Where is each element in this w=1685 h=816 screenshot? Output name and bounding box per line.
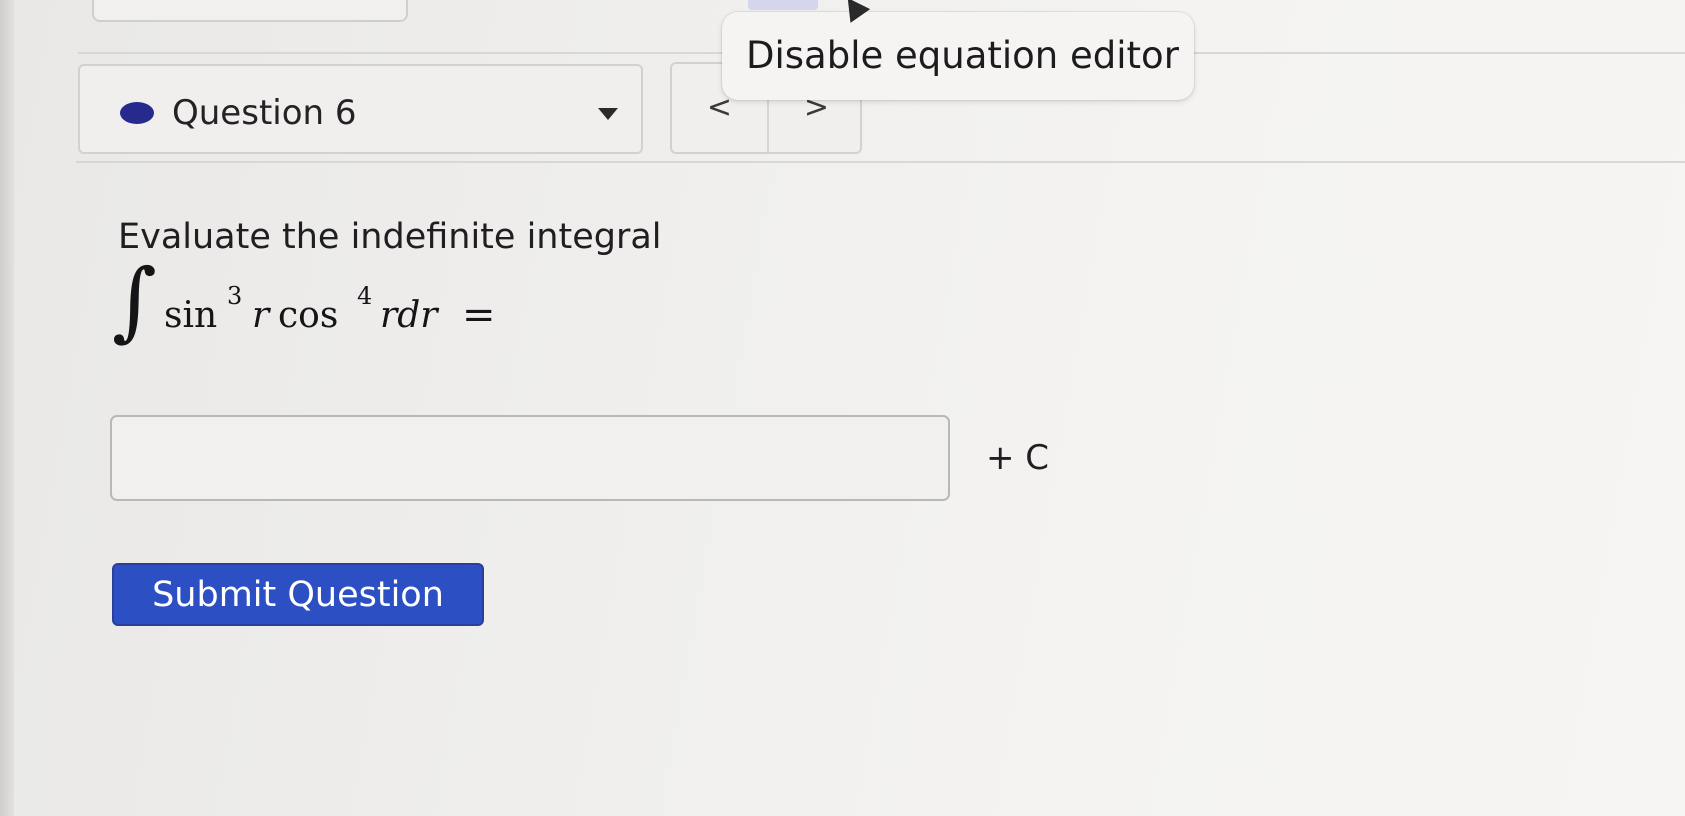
- divider-bottom: [76, 161, 1685, 163]
- question-prompt: Evaluate the indefinite integral: [118, 217, 662, 257]
- equals-sign: =: [462, 292, 496, 338]
- variable-r: r: [252, 295, 270, 336]
- cos-exponent: 4: [357, 282, 373, 310]
- sin-function: sin: [164, 295, 218, 336]
- question-label: Question 6: [172, 93, 357, 133]
- answer-input[interactable]: [110, 415, 950, 501]
- question-status-dot-icon: [120, 102, 154, 124]
- tooltip-text: Disable equation editor: [746, 34, 1179, 77]
- constant-of-integration: + C: [986, 438, 1050, 478]
- differential: rdr: [380, 295, 438, 336]
- question-selector[interactable]: Question 6: [78, 64, 643, 154]
- integral-sign: ∫: [112, 251, 157, 351]
- top-highlight: [748, 0, 818, 10]
- sin-exponent: 3: [227, 282, 243, 310]
- window-edge: [0, 0, 14, 816]
- equation-editor-tooltip[interactable]: Disable equation editor: [722, 12, 1194, 100]
- submit-question-button[interactable]: Submit Question: [112, 563, 484, 626]
- cos-function: cos: [278, 295, 339, 336]
- previous-card: [92, 0, 408, 22]
- caret-down-icon[interactable]: [598, 108, 618, 120]
